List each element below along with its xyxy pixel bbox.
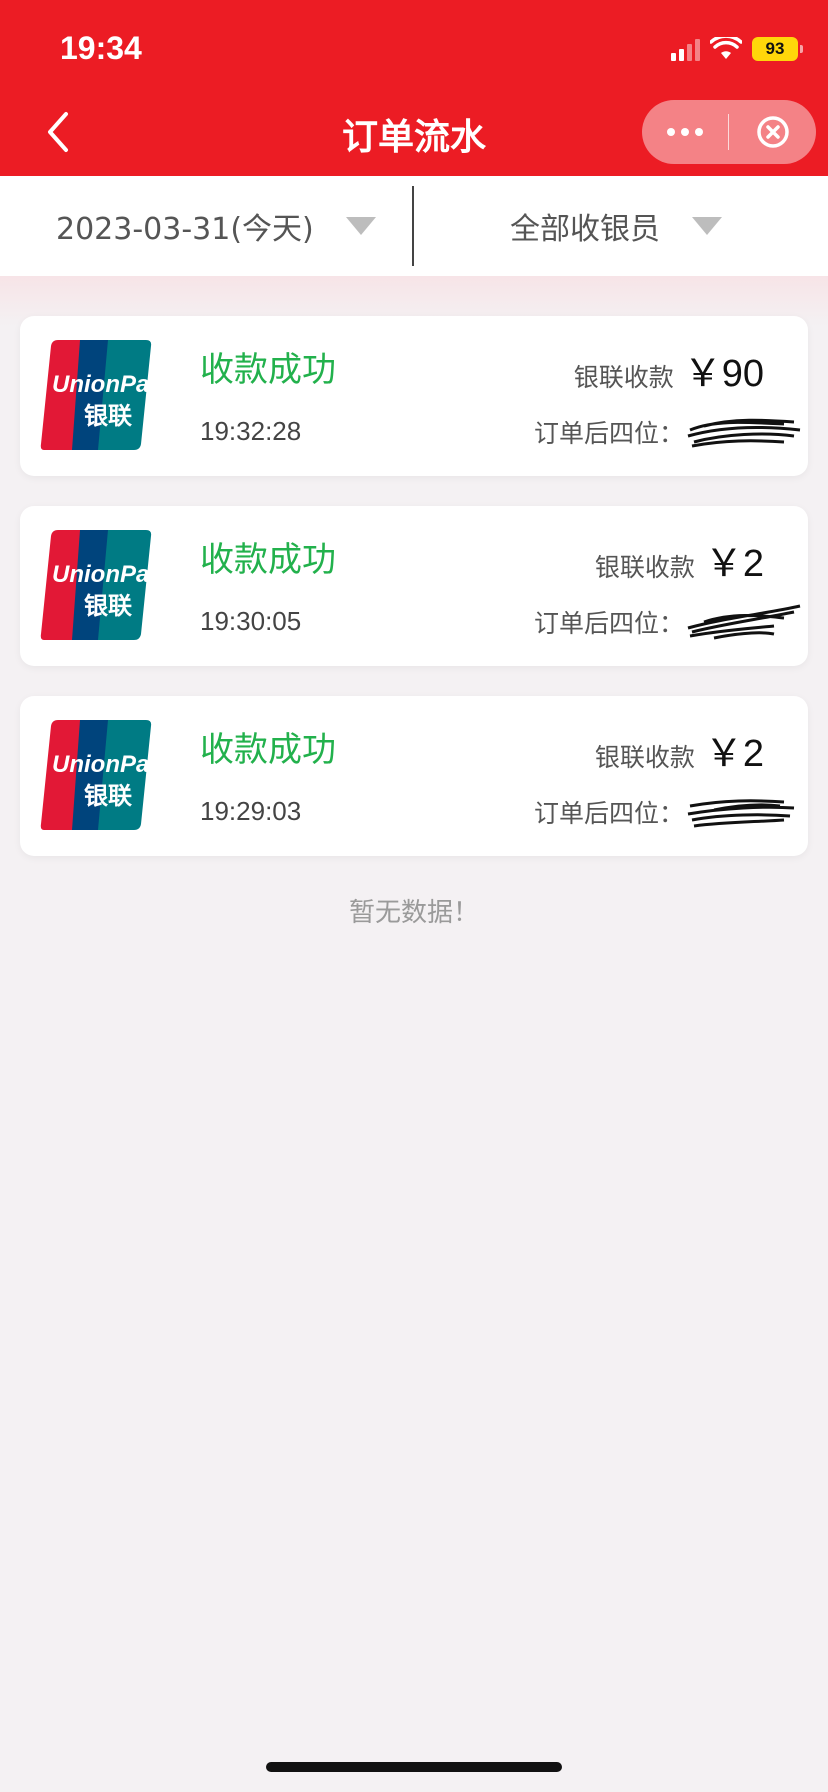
unionpay-logo: UnionPay 银联 — [40, 720, 152, 830]
svg-text:UnionPay: UnionPay — [52, 371, 152, 398]
svg-text:银联: 银联 — [84, 592, 132, 620]
order-status: 收款成功 — [200, 730, 336, 770]
cashier-filter-label: 全部收银员 — [510, 212, 660, 247]
unionpay-logo: UnionPay 银联 — [40, 340, 152, 450]
order-time: 19:29:03 — [200, 796, 302, 826]
order-suffix-label: 订单后四位： — [533, 799, 684, 828]
order-amount-row: 银联收款 ￥2 — [595, 722, 764, 777]
order-status: 收款成功 — [200, 350, 336, 390]
svg-text:UnionPay: UnionPay — [52, 561, 152, 588]
signal-icon — [671, 37, 700, 61]
order-card[interactable]: UnionPay 银联 收款成功 19:29:03 银联收款 ￥2 订单后四位： — [20, 696, 808, 856]
date-filter[interactable]: 2023-03-31(今天) — [56, 176, 376, 276]
battery-icon: 93 — [752, 37, 803, 61]
svg-text:UnionPay: UnionPay — [52, 751, 152, 778]
dropdown-triangle-icon — [345, 217, 376, 235]
order-card[interactable]: UnionPay 银联 收款成功 19:30:05 银联收款 ￥2 订单后四位： — [20, 506, 808, 666]
order-time: 19:30:05 — [200, 606, 302, 636]
unionpay-logo: UnionPay 银联 — [40, 530, 152, 640]
order-amount: ￥2 — [704, 733, 764, 775]
order-amount: ￥2 — [704, 543, 764, 585]
order-amount: ￥90 — [683, 353, 764, 395]
redaction-scribble — [687, 604, 801, 640]
order-status: 收款成功 — [200, 540, 336, 580]
close-circle-icon[interactable] — [729, 100, 816, 164]
order-suffix-row: 订单后四位： — [534, 602, 802, 642]
order-amount-row: 银联收款 ￥2 — [595, 532, 764, 587]
svg-text:银联: 银联 — [84, 402, 132, 430]
payment-method: 银联收款 — [594, 553, 695, 582]
order-suffix-label: 订单后四位： — [533, 419, 684, 448]
cashier-filter[interactable]: 全部收银员 — [510, 176, 722, 276]
header-bar: 19:34 93 订单流水 — [0, 0, 828, 176]
filter-divider — [412, 186, 414, 266]
payment-method: 银联收款 — [594, 743, 695, 772]
redaction-scribble — [687, 799, 795, 828]
order-time: 19:32:28 — [200, 416, 302, 446]
order-card[interactable]: UnionPay 银联 收款成功 19:32:28 银联收款 ￥90 订单后四位… — [20, 316, 808, 476]
date-filter-label: 2023-03-31(今天) — [56, 212, 314, 247]
order-suffix-row: 订单后四位： — [534, 412, 802, 452]
order-suffix-row: 订单后四位： — [534, 792, 802, 832]
status-time: 19:34 — [60, 30, 142, 66]
status-indicators: 93 — [671, 34, 803, 64]
order-amount-row: 银联收款 ￥90 — [574, 342, 764, 397]
filter-bar: 2023-03-31(今天) 全部收银员 — [0, 176, 828, 276]
svg-text:银联: 银联 — [84, 782, 132, 810]
payment-method: 银联收款 — [573, 363, 674, 392]
wifi-icon — [710, 37, 742, 59]
home-indicator — [266, 1762, 562, 1772]
redaction-scribble — [687, 418, 801, 448]
more-dots-icon[interactable] — [642, 100, 728, 164]
empty-data-text: 暂无数据！ — [348, 898, 479, 928]
dropdown-triangle-icon — [692, 217, 722, 235]
mini-program-capsule — [642, 100, 816, 164]
order-suffix-label: 订单后四位： — [533, 609, 684, 638]
